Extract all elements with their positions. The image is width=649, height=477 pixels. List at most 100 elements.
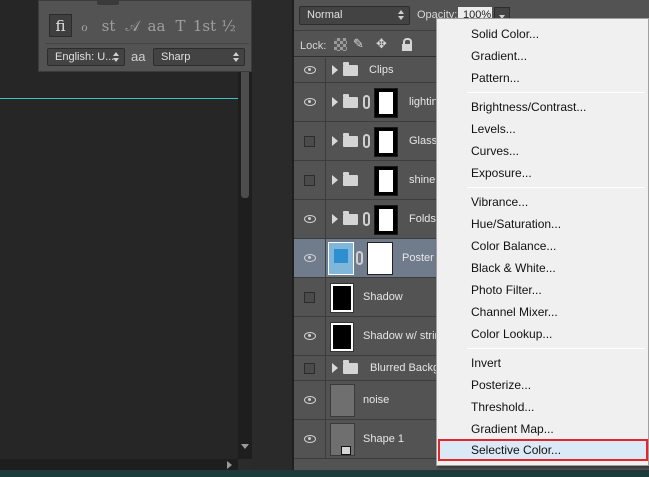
menu-item-gradient-map[interactable]: Gradient Map... <box>437 418 648 440</box>
folder-icon <box>343 94 358 108</box>
menu-item-curves[interactable]: Curves... <box>437 140 648 162</box>
visibility-toggle[interactable] <box>294 239 326 277</box>
divider <box>45 43 249 44</box>
antialias-select-value: Sharp <box>161 51 191 63</box>
stylistic-alternates-glyph-button[interactable]: aa <box>145 14 168 37</box>
menu-item-black-white[interactable]: Black & White... <box>437 257 648 279</box>
layer-name: Clips <box>369 64 394 76</box>
menu-separator <box>467 348 645 349</box>
layer-mask-thumbnail[interactable] <box>374 127 398 157</box>
panel-dock-gap <box>252 0 292 470</box>
visibility-toggle[interactable] <box>294 317 326 355</box>
visibility-toggle[interactable] <box>294 83 326 121</box>
layer-thumbnail[interactable] <box>330 283 354 313</box>
expand-arrow-icon[interactable] <box>332 214 338 224</box>
lock-label: Lock: <box>300 40 327 52</box>
visibility-toggle[interactable] <box>294 420 326 458</box>
expand-arrow-icon[interactable] <box>332 97 338 107</box>
guide-line <box>0 98 238 99</box>
visibility-toggle[interactable] <box>294 122 326 160</box>
layer-mask-thumbnail[interactable] <box>374 205 398 235</box>
link-chain-icon[interactable] <box>356 251 363 265</box>
hidden-visibility-box <box>304 175 315 186</box>
menu-item-solid-color[interactable]: Solid Color... <box>437 23 648 45</box>
lock-position-icon[interactable]: ✥ <box>376 37 389 50</box>
menu-item-posterize[interactable]: Posterize... <box>437 374 648 396</box>
visibility-toggle[interactable] <box>294 381 326 419</box>
expand-arrow-icon[interactable] <box>332 65 338 75</box>
link-chain-icon[interactable] <box>363 134 370 148</box>
eye-icon <box>304 435 316 443</box>
hidden-visibility-box <box>304 136 315 147</box>
menu-item-color-lookup[interactable]: Color Lookup... <box>437 323 648 345</box>
folder-icon <box>343 211 358 225</box>
link-chain-icon[interactable] <box>363 212 370 226</box>
fractions-glyph-button[interactable]: ½ <box>217 14 240 37</box>
menu-item-color-balance[interactable]: Color Balance... <box>437 235 648 257</box>
lock-image-pixels-icon[interactable]: ✎ <box>353 37 366 50</box>
menu-item-threshold[interactable]: Threshold... <box>437 396 648 418</box>
status-strip <box>0 470 649 477</box>
swash-glyph-button[interactable]: 𝒜 <box>121 14 144 37</box>
blend-mode-value: Normal <box>307 9 343 21</box>
layer-name: Folds <box>409 213 436 225</box>
language-select-value: English: U... <box>55 51 115 63</box>
antialias-select[interactable]: Sharp <box>153 48 245 66</box>
layer-name: shine <box>409 174 436 186</box>
layer-name: noise <box>363 394 390 406</box>
updown-arrows-icon <box>113 52 120 62</box>
ordinals-glyph-button[interactable]: 1st <box>193 14 216 37</box>
old-style-glyph-button[interactable]: ℴ <box>73 14 96 37</box>
visibility-toggle[interactable] <box>294 161 326 199</box>
language-select[interactable]: English: U... <box>47 48 125 66</box>
titling-alternates-glyph-button[interactable]: T <box>169 14 192 37</box>
eye-icon <box>304 332 316 340</box>
lock-transparent-pixels-icon[interactable] <box>334 38 347 51</box>
adjustment-layer-menu: Solid Color... Gradient... Pattern... Br… <box>436 18 649 466</box>
menu-item-invert[interactable]: Invert <box>437 352 648 374</box>
menu-separator <box>467 92 645 93</box>
folder-icon <box>343 360 358 374</box>
panel-top-button[interactable] <box>97 0 119 5</box>
layer-name: Blurred Backgr <box>370 362 443 374</box>
discretionary-ligature-glyph-button[interactable]: st <box>97 14 120 37</box>
menu-item-pattern[interactable]: Pattern... <box>437 67 648 89</box>
menu-item-brightness-contrast[interactable]: Brightness/Contrast... <box>437 96 648 118</box>
layer-name: Shadow w/ strin <box>363 330 441 342</box>
layer-mask-thumbnail[interactable] <box>374 88 398 118</box>
expand-arrow-icon[interactable] <box>332 363 338 373</box>
folder-icon <box>343 133 358 147</box>
layer-name: lightin <box>409 96 438 108</box>
hidden-visibility-box <box>304 292 315 303</box>
expand-arrow-icon[interactable] <box>332 175 338 185</box>
link-chain-icon[interactable] <box>363 95 370 109</box>
menu-item-selective-color[interactable]: Selective Color... <box>438 439 648 461</box>
layer-mask-thumbnail[interactable] <box>367 242 393 275</box>
layer-thumbnail[interactable] <box>330 322 354 352</box>
ligature-glyph-button[interactable]: fi <box>49 14 72 37</box>
menu-item-vibrance[interactable]: Vibrance... <box>437 191 648 213</box>
scroll-right-arrow-icon[interactable] <box>227 461 232 469</box>
hidden-visibility-box <box>304 363 315 374</box>
character-panel: fi ℴ st 𝒜 aa T 1st ½ English: U... aa Sh… <box>38 0 252 72</box>
menu-item-photo-filter[interactable]: Photo Filter... <box>437 279 648 301</box>
layer-thumbnail[interactable] <box>330 384 355 417</box>
visibility-toggle[interactable] <box>294 58 326 82</box>
horizontal-scrollbar[interactable] <box>0 459 238 470</box>
lock-all-icon[interactable] <box>401 38 414 51</box>
visibility-toggle[interactable] <box>294 278 326 316</box>
layer-mask-thumbnail[interactable] <box>374 166 398 196</box>
visibility-toggle[interactable] <box>294 356 326 380</box>
menu-item-levels[interactable]: Levels... <box>437 118 648 140</box>
smart-object-thumbnail[interactable] <box>328 242 354 275</box>
menu-item-gradient[interactable]: Gradient... <box>437 45 648 67</box>
scroll-down-arrow-icon[interactable] <box>241 444 249 449</box>
menu-item-exposure[interactable]: Exposure... <box>437 162 648 184</box>
visibility-toggle[interactable] <box>294 200 326 238</box>
expand-arrow-icon[interactable] <box>332 136 338 146</box>
eye-icon <box>304 215 316 223</box>
blend-mode-select[interactable]: Normal <box>299 6 410 25</box>
updown-arrows-icon <box>398 10 405 20</box>
menu-item-hue-saturation[interactable]: Hue/Saturation... <box>437 213 648 235</box>
menu-item-channel-mixer[interactable]: Channel Mixer... <box>437 301 648 323</box>
